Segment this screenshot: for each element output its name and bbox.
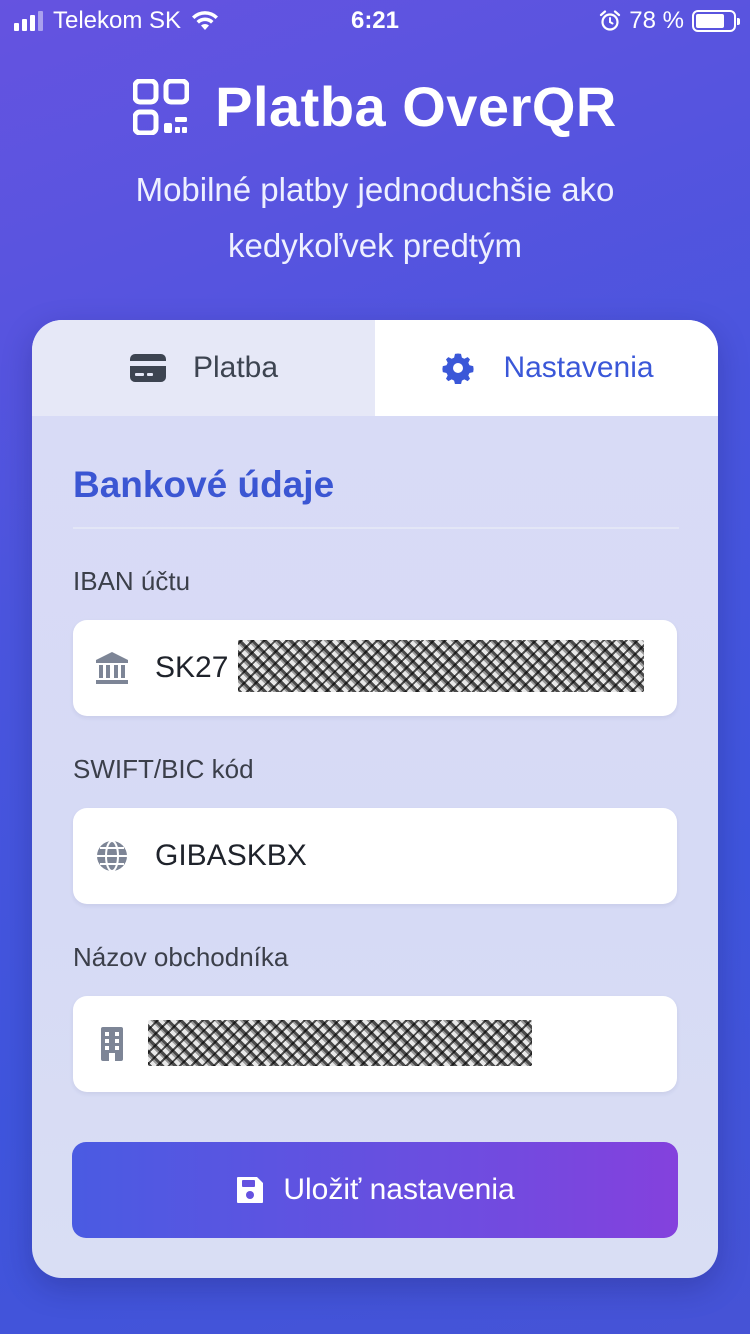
section-title: Bankové údaje: [73, 464, 335, 505]
tab-payment[interactable]: Platba: [32, 320, 375, 416]
battery-icon: [692, 10, 740, 32]
section-divider: [73, 527, 679, 529]
status-right: 78 %: [599, 7, 740, 34]
swift-value: GIBASKBX: [155, 839, 307, 872]
building-icon: [101, 1027, 123, 1061]
settings-card: Platba Nastavenia Bankové údaje IBAN účt…: [32, 320, 718, 1278]
iban-redacted: [238, 640, 644, 692]
battery-percent: 78 %: [629, 7, 684, 34]
status-bar: Telekom SK 6:21 78 %: [0, 0, 750, 40]
app-header: Platba OverQR: [0, 72, 750, 142]
save-button-label: Uložiť nastavenia: [283, 1173, 515, 1206]
swift-label: SWIFT/BIC kód: [73, 754, 254, 784]
iban-value: SK27: [155, 651, 229, 684]
save-icon: [237, 1177, 264, 1203]
merchant-field[interactable]: [73, 996, 677, 1092]
gear-icon: [442, 353, 475, 384]
tab-payment-label: Platba: [192, 351, 279, 384]
qr-code-icon: [133, 79, 190, 135]
bank-icon: [96, 652, 128, 684]
tab-settings[interactable]: Nastavenia: [375, 320, 718, 416]
app-title: Platba OverQR: [215, 75, 617, 138]
globe-icon: [97, 840, 127, 872]
iban-label: IBAN účtu: [73, 566, 191, 596]
save-settings-button[interactable]: Uložiť nastavenia: [72, 1142, 678, 1238]
tab-bar: Platba Nastavenia: [32, 320, 718, 416]
alarm-icon: [600, 10, 621, 31]
iban-field[interactable]: SK27: [73, 620, 677, 716]
app-subtitle: Mobilné platby jednoduchšie ako kedykoľv…: [135, 171, 615, 264]
merchant-label: Názov obchodníka: [73, 942, 289, 972]
tab-settings-label: Nastavenia: [503, 351, 654, 384]
merchant-redacted: [148, 1020, 532, 1066]
swift-field[interactable]: GIBASKBX: [73, 808, 677, 904]
credit-card-icon: [129, 354, 166, 382]
